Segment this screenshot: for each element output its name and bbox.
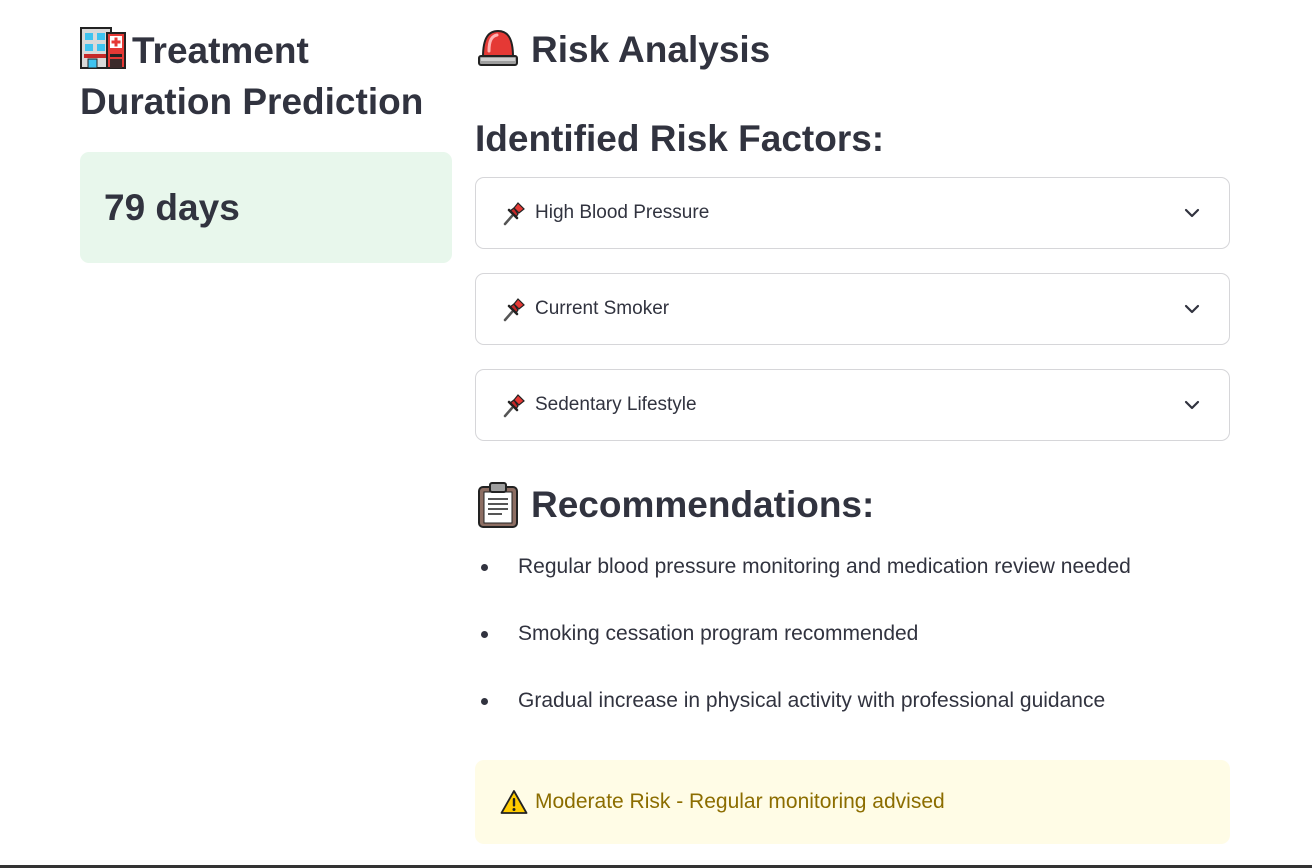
risk-analysis-heading: Risk Analysis	[475, 24, 1230, 75]
recommendations-list: Regular blood pressure monitoring and me…	[475, 552, 1230, 753]
pushpin-icon	[503, 202, 525, 226]
pushpin-icon	[503, 298, 525, 322]
treatment-title: Treatment Duration Prediction	[80, 30, 424, 122]
risk-factors-heading: Identified Risk Factors:	[475, 118, 885, 159]
chevron-down-icon	[1184, 400, 1200, 410]
risk-level-alert: Moderate Risk - Regular monitoring advis…	[475, 760, 1230, 844]
bullet-icon	[481, 564, 488, 571]
pushpin-icon	[503, 394, 525, 418]
warning-icon	[500, 790, 528, 814]
risk-factor-expander-high-blood-pressure[interactable]: High Blood Pressure	[475, 177, 1230, 249]
risk-factor-label: High Blood Pressure	[535, 202, 710, 223]
right-column: Risk Analysis Identified Risk Factors: H…	[475, 24, 1230, 844]
recommendations-title: Recommendations:	[531, 484, 875, 525]
risk-analysis-title: Risk Analysis	[531, 29, 771, 70]
recommendation-text: Gradual increase in physical activity wi…	[518, 689, 1106, 712]
risk-factor-expander-current-smoker[interactable]: Current Smoker	[475, 273, 1230, 345]
siren-icon	[475, 25, 521, 71]
prediction-box: 79 days	[80, 152, 452, 263]
alert-text: Moderate Risk - Regular monitoring advis…	[535, 790, 945, 813]
clipboard-icon	[478, 481, 518, 528]
hospital-icon	[80, 24, 126, 70]
risk-factor-label: Current Smoker	[535, 298, 670, 319]
risk-factors-list: High Blood Pressure Current Smoker Seden…	[475, 177, 1230, 441]
chevron-down-icon	[1184, 304, 1200, 314]
recommendations-heading: Recommendations:	[475, 479, 1230, 530]
prediction-value: 79 days	[104, 186, 240, 228]
recommendation-text: Regular blood pressure monitoring and me…	[518, 555, 1131, 578]
recommendation-item: Gradual increase in physical activity wi…	[475, 686, 1230, 753]
bullet-icon	[481, 698, 488, 705]
recommendation-item: Regular blood pressure monitoring and me…	[475, 552, 1230, 619]
recommendation-text: Smoking cessation program recommended	[518, 622, 919, 645]
chevron-down-icon	[1184, 208, 1200, 218]
bullet-icon	[481, 631, 488, 638]
left-column: Treatment Duration Prediction 79 days	[80, 24, 452, 263]
risk-factor-label: Sedentary Lifestyle	[535, 394, 697, 415]
risk-factor-expander-sedentary-lifestyle[interactable]: Sedentary Lifestyle	[475, 369, 1230, 441]
recommendation-item: Smoking cessation program recommended	[475, 619, 1230, 686]
treatment-heading: Treatment Duration Prediction	[80, 24, 452, 127]
